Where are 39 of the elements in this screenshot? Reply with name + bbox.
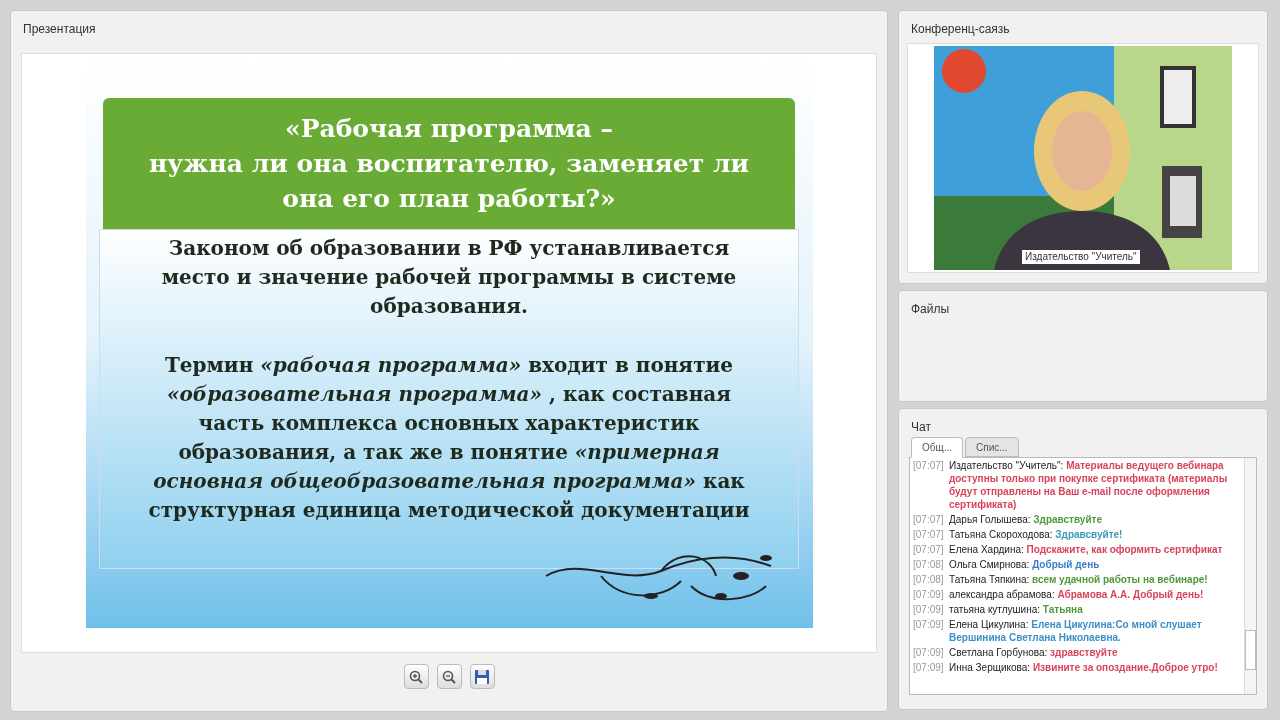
chat-message: татьяна кутлушина: Татьяна (949, 603, 1083, 616)
message-time: [07:09] (913, 646, 945, 659)
slide-paragraph: Термин «рабочая программа» входит в понятие «образовательная программа» , как составная часть комплекса основных характеристик образования, а так же в понятие «примерная основная общеобразовательная программа» как структурная единица методической документации (148, 352, 750, 524)
chat-message: александра абрамова: Абрамова А.А. Добрый день! (949, 588, 1204, 601)
video-caption: Издательство "Учитель" (1022, 250, 1140, 264)
message-time: [07:09] (913, 618, 945, 632)
save-button[interactable] (469, 664, 495, 689)
chat-message: Инна Зерщикова: Извините за опоздание.Доброе утро! (949, 661, 1218, 674)
message-time: [07:09] (913, 588, 945, 601)
chat-message: Елена Цикулина: Елена Цикулина:Со мной слушает Вершинина Светлана Николаевна. (949, 618, 1203, 644)
zoom-out-button[interactable] (436, 664, 462, 689)
panel-title: Презентация (22, 21, 97, 38)
chat-message: Татьяна Скороходова: Здравсвуйте! (949, 528, 1123, 541)
panel-title: Конференц-саязь (910, 21, 1011, 38)
chat-tab[interactable]: Общ... (911, 437, 964, 458)
message-time: [07:07] (913, 459, 945, 473)
message-time: [07:09] (913, 661, 945, 674)
zoom-in-button[interactable] (403, 664, 429, 689)
slide-heading: «Рабочая программа – нужна ли она воспитателю, заменяет ли она его план работы?» (103, 98, 795, 229)
chat-message: Татьяна Тяпкина: всем удачной работы на вебинаре! (949, 573, 1208, 586)
panel-title: Чат (910, 419, 932, 436)
message-time: [07:07] (913, 543, 945, 556)
panel-title: Файлы (910, 301, 951, 318)
chat-message: Светлана Горбунова: здравствуйте (949, 646, 1118, 659)
message-time: [07:07] (913, 528, 945, 541)
chat-message: Елена Хардина: Подскажите, как оформить сертификат (949, 543, 1223, 556)
message-time: [07:07] (913, 513, 945, 526)
save-icon (474, 668, 490, 685)
message-time: [07:09] (913, 603, 945, 616)
zoom-out-icon (441, 668, 457, 685)
chat-tab[interactable]: Спис... (965, 437, 1019, 457)
chat-message: Дарья Голышева: Здравствуйте (949, 513, 1103, 526)
scrollbar[interactable] (1244, 458, 1256, 694)
message-time: [07:08] (913, 558, 945, 571)
slide-paragraph: Законом об образовании в РФ устанавливается место и значение рабочей программы в системе образования. (161, 235, 737, 320)
message-time: [07:08] (913, 573, 945, 586)
zoom-in-icon (408, 668, 424, 685)
chat-message: Ольга Смирнова: Добрый день (949, 558, 1100, 571)
chat-message: Издательство "Учитель": Материалы ведущего вебинара доступны только при покупке сертификата (материалы будут отправлены на Ваш e-mail после оформления сертификата) (949, 459, 1229, 511)
